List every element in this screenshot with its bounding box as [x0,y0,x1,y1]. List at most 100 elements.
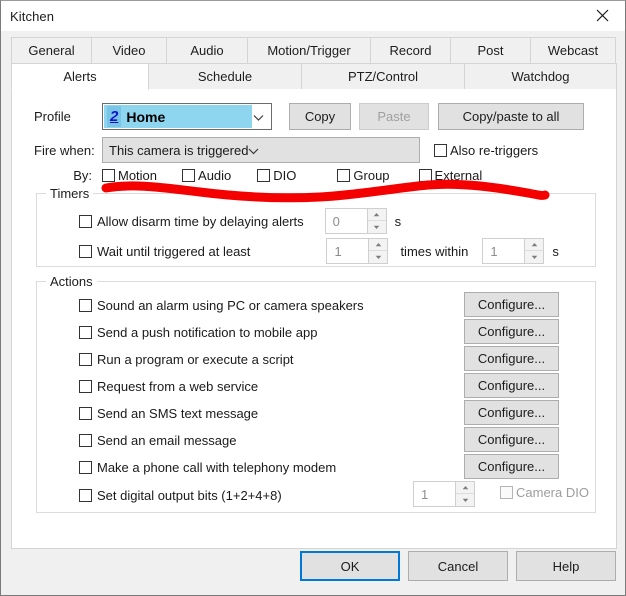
profile-row: Profile 2 Home Copy Paste Copy/paste to … [34,103,584,130]
disarm-checkbox[interactable] [79,214,92,228]
configure-push-button[interactable]: Configure... [464,319,559,344]
tab-schedule[interactable]: Schedule [148,63,302,89]
profile-selected-value: 2 Home [104,105,252,128]
dio-bits-stepper[interactable]: 1 [413,481,475,507]
tab-webcast[interactable]: Webcast [530,37,616,63]
tab-alerts[interactable]: Alerts [11,63,149,90]
action-row-push: Send a push notification to mobile app [79,321,317,343]
disarm-label: Allow disarm time by delaying alerts [97,213,304,229]
by-audio-label: Audio [198,168,232,183]
by-dio-checkbox[interactable] [257,169,271,182]
disarm-seconds-value: 0 [332,213,340,229]
close-icon[interactable] [580,1,625,30]
timers-group: Timers Allow disarm time by delaying ale… [36,186,596,267]
dialog-button-bar: OK Cancel Help [1,537,626,595]
profile-name: Home [126,108,166,125]
by-dio-item[interactable]: DIO [257,168,296,183]
wait-count-stepper[interactable]: 1 [326,238,389,264]
stepper-buttons[interactable] [368,239,388,263]
action-push-label: Send a push notification to mobile app [97,324,318,340]
stepper-buttons[interactable] [455,482,474,506]
chevron-down-icon [248,143,259,158]
disarm-unit: s [394,213,402,229]
tab-audio[interactable]: Audio [166,37,248,63]
configure-webservice-button[interactable]: Configure... [464,373,559,398]
also-retriggers-checkbox[interactable] [434,143,447,157]
action-push-checkbox[interactable] [79,325,92,339]
configure-email-button[interactable]: Configure... [464,427,559,452]
tab-watchdog[interactable]: Watchdog [464,63,617,89]
window-title: Kitchen [10,8,55,24]
action-program-checkbox[interactable] [79,352,92,366]
camera-dio-checkbox [500,486,513,499]
configure-sms-button[interactable]: Configure... [464,400,559,425]
configure-phone-button[interactable]: Configure... [464,454,559,479]
tab-video[interactable]: Video [91,37,167,63]
action-row-email: Send an email message [79,429,236,451]
by-group-label: Group [353,168,390,183]
stepper-down-icon[interactable] [456,494,474,506]
action-alarm-checkbox[interactable] [79,298,92,312]
dialog-client-area: General Video Audio Motion/Trigger Recor… [1,31,625,595]
action-phone-label: Make a phone call with telephony modem [97,459,337,475]
action-email-label: Send an email message [97,432,237,448]
within-seconds-value: 1 [490,243,498,259]
actions-group: Actions Sound an alarm using PC or camer… [36,274,596,513]
action-dio-label: Set digital output bits (1+2+4+8) [97,487,282,503]
by-motion-item[interactable]: Motion [102,168,157,183]
tab-post[interactable]: Post [450,37,531,63]
also-retriggers-checkbox-item[interactable]: Also re-triggers [434,143,538,158]
by-motion-checkbox[interactable] [102,169,115,182]
stepper-down-icon[interactable] [369,251,387,263]
camera-dio-item: Camera DIO [500,485,589,500]
wait-label: Wait until triggered at least [97,243,251,259]
action-row-dio: Set digital output bits (1+2+4+8) [79,484,282,506]
configure-program-button[interactable]: Configure... [464,346,559,371]
within-seconds-stepper[interactable]: 1 [482,238,545,264]
by-audio-item[interactable]: Audio [182,168,231,183]
fire-when-combobox[interactable]: This camera is triggered [102,137,420,163]
action-webservice-checkbox[interactable] [79,379,92,393]
disarm-seconds-stepper[interactable]: 0 [324,208,387,234]
cancel-button[interactable]: Cancel [408,551,508,581]
ok-button[interactable]: OK [300,551,400,581]
profile-combobox[interactable]: 2 Home [102,103,272,130]
by-group-item[interactable]: Group [337,168,390,183]
by-label: By: [73,168,92,183]
profile-index: 2 [107,106,122,127]
action-sms-label: Send an SMS text message [97,405,259,421]
by-audio-checkbox[interactable] [182,169,196,182]
tab-ptz-control[interactable]: PTZ/Control [301,63,465,89]
stepper-down-icon[interactable] [525,251,543,263]
tab-general[interactable]: General [11,37,92,63]
copy-paste-all-button[interactable]: Copy/paste to all [438,103,584,130]
stepper-up-icon[interactable] [367,209,386,221]
tab-record[interactable]: Record [370,37,451,63]
stepper-buttons[interactable] [524,239,544,263]
action-row-phone: Make a phone call with telephony modem [79,456,336,478]
help-button[interactable]: Help [516,551,616,581]
action-dio-checkbox[interactable] [79,488,92,502]
action-sms-checkbox[interactable] [79,406,92,420]
by-external-checkbox[interactable] [418,169,432,182]
tab-content-alerts: Profile 2 Home Copy Paste Copy/paste to … [11,89,617,549]
stepper-down-icon[interactable] [368,221,386,233]
by-motion-label: Motion [118,168,158,183]
stepper-up-icon[interactable] [456,482,474,494]
fire-when-value: This camera is triggered [109,142,249,158]
by-row: By: Motion Audio DIO Group External [34,168,482,183]
stepper-up-icon[interactable] [525,239,544,251]
within-unit: s [552,243,559,259]
action-phone-checkbox[interactable] [79,460,92,474]
tab-motion-trigger[interactable]: Motion/Trigger [247,37,371,63]
configure-alarm-button[interactable]: Configure... [464,292,559,317]
by-external-item[interactable]: External [418,168,482,183]
by-group-checkbox[interactable] [337,169,351,182]
copy-button[interactable]: Copy [289,103,351,130]
wait-row: Wait until triggered at least 1 times wi… [79,238,559,264]
action-email-checkbox[interactable] [79,433,92,447]
stepper-up-icon[interactable] [369,239,388,251]
wait-checkbox[interactable] [79,244,92,258]
action-row-webservice: Request from a web service [79,375,258,397]
stepper-buttons[interactable] [366,209,386,233]
